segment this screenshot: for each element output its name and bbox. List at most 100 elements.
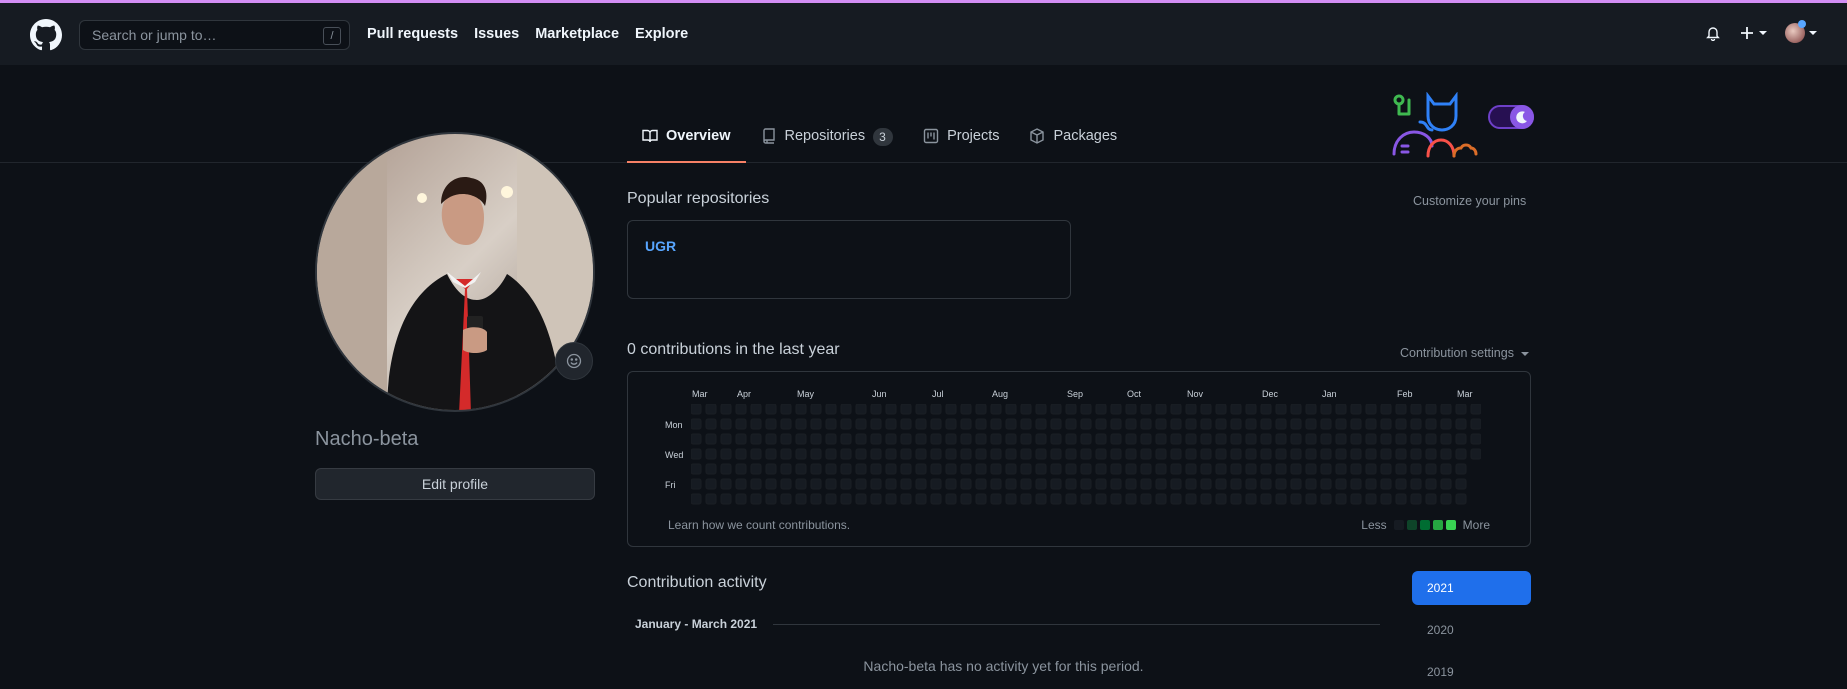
- contribution-cell[interactable]: [1005, 478, 1017, 490]
- contribution-cell[interactable]: [1260, 433, 1272, 445]
- contribution-cell[interactable]: [750, 433, 762, 445]
- contribution-cell[interactable]: [945, 448, 957, 460]
- contribution-cell[interactable]: [1380, 478, 1392, 490]
- contribution-cell[interactable]: [825, 418, 837, 430]
- contribution-cell[interactable]: [885, 478, 897, 490]
- contribution-cell[interactable]: [1380, 463, 1392, 475]
- contribution-cell[interactable]: [945, 493, 957, 505]
- tab-projects[interactable]: Projects: [908, 118, 1014, 163]
- contribution-cell[interactable]: [1200, 493, 1212, 505]
- contribution-cell[interactable]: [1215, 418, 1227, 430]
- contribution-cell[interactable]: [1005, 493, 1017, 505]
- contribution-cell[interactable]: [990, 493, 1002, 505]
- contribution-cell[interactable]: [870, 463, 882, 475]
- contribution-cell[interactable]: [945, 418, 957, 430]
- contribution-cell[interactable]: [1230, 404, 1242, 415]
- tab-repositories[interactable]: Repositories 3: [746, 118, 909, 163]
- contribution-cell[interactable]: [1290, 404, 1302, 415]
- contribution-cell[interactable]: [840, 404, 852, 415]
- contribution-cell[interactable]: [1305, 404, 1317, 415]
- contribution-cell[interactable]: [1320, 448, 1332, 460]
- contribution-cell[interactable]: [1095, 448, 1107, 460]
- contribution-cell[interactable]: [1080, 433, 1092, 445]
- contribution-cell[interactable]: [1170, 418, 1182, 430]
- contribution-cell[interactable]: [1095, 478, 1107, 490]
- contribution-cell[interactable]: [885, 404, 897, 415]
- contribution-cell[interactable]: [1140, 404, 1152, 415]
- contribution-cell[interactable]: [1305, 478, 1317, 490]
- contribution-cell[interactable]: [750, 418, 762, 430]
- contribution-cell[interactable]: [825, 448, 837, 460]
- contribution-cell[interactable]: [1200, 418, 1212, 430]
- contribution-cell[interactable]: [900, 404, 912, 415]
- contribution-cell[interactable]: [1020, 433, 1032, 445]
- contribution-cell[interactable]: [1380, 448, 1392, 460]
- contribution-cell[interactable]: [960, 418, 972, 430]
- contribution-cell[interactable]: [735, 418, 747, 430]
- contribution-cell[interactable]: [1200, 404, 1212, 415]
- contribution-cell[interactable]: [870, 493, 882, 505]
- contribution-cell[interactable]: [795, 493, 807, 505]
- contribution-cell[interactable]: [810, 478, 822, 490]
- contribution-cell[interactable]: [960, 404, 972, 415]
- contribution-cell[interactable]: [855, 418, 867, 430]
- contribution-cell[interactable]: [780, 404, 792, 415]
- contribution-cell[interactable]: [1380, 493, 1392, 505]
- contribution-cell[interactable]: [1440, 463, 1452, 475]
- contribution-cell[interactable]: [750, 493, 762, 505]
- contribution-cell[interactable]: [1425, 448, 1437, 460]
- contribution-cell[interactable]: [1395, 493, 1407, 505]
- contribution-cell[interactable]: [1215, 478, 1227, 490]
- contribution-cell[interactable]: [691, 418, 702, 430]
- set-status-button[interactable]: [555, 342, 593, 380]
- contribution-cell[interactable]: [975, 463, 987, 475]
- contribution-cell[interactable]: [1365, 433, 1377, 445]
- contribution-cell[interactable]: [825, 404, 837, 415]
- contribution-cell[interactable]: [1170, 478, 1182, 490]
- contribution-cell[interactable]: [1215, 433, 1227, 445]
- contribution-cell[interactable]: [855, 404, 867, 415]
- contribution-cell[interactable]: [1140, 433, 1152, 445]
- contribution-cell[interactable]: [1365, 463, 1377, 475]
- contribution-cell[interactable]: [1350, 418, 1362, 430]
- contribution-cell[interactable]: [1140, 493, 1152, 505]
- contribution-cell[interactable]: [1455, 493, 1467, 505]
- contribution-cell[interactable]: [975, 404, 987, 415]
- contribution-cell[interactable]: [930, 404, 942, 415]
- contribution-cell[interactable]: [720, 448, 732, 460]
- contribution-cell[interactable]: [705, 493, 717, 505]
- contribution-cell[interactable]: [870, 404, 882, 415]
- contribution-cell[interactable]: [990, 418, 1002, 430]
- contribution-cell[interactable]: [1305, 493, 1317, 505]
- contribution-cell[interactable]: [1275, 448, 1287, 460]
- contribution-cell[interactable]: [885, 418, 897, 430]
- contribution-cell[interactable]: [1230, 463, 1242, 475]
- contribution-cell[interactable]: [1080, 478, 1092, 490]
- contribution-cell[interactable]: [810, 404, 822, 415]
- contribution-cell[interactable]: [1320, 463, 1332, 475]
- contribution-cell[interactable]: [1110, 418, 1122, 430]
- contribution-cell[interactable]: [1275, 463, 1287, 475]
- contribution-cell[interactable]: [945, 463, 957, 475]
- contribution-cell[interactable]: [1275, 404, 1287, 415]
- contribution-cell[interactable]: [900, 478, 912, 490]
- contribution-cell[interactable]: [1260, 463, 1272, 475]
- contribution-cell[interactable]: [1245, 418, 1257, 430]
- contribution-cell[interactable]: [1095, 418, 1107, 430]
- contribution-cell[interactable]: [765, 404, 777, 415]
- contribution-cell[interactable]: [1155, 448, 1167, 460]
- contribution-cell[interactable]: [795, 418, 807, 430]
- contribution-cell[interactable]: [915, 433, 927, 445]
- contribution-cell[interactable]: [810, 463, 822, 475]
- contribution-cell[interactable]: [1005, 404, 1017, 415]
- contribution-cell[interactable]: [1290, 478, 1302, 490]
- contribution-cell[interactable]: [840, 433, 852, 445]
- contribution-cell[interactable]: [1065, 448, 1077, 460]
- contribution-cell[interactable]: [1230, 433, 1242, 445]
- year-link-2021[interactable]: 2021: [1412, 571, 1531, 605]
- contribution-cell[interactable]: [1185, 404, 1197, 415]
- contribution-cell[interactable]: [1050, 478, 1062, 490]
- contribution-cell[interactable]: [1380, 404, 1392, 415]
- contribution-cell[interactable]: [1020, 418, 1032, 430]
- contribution-cell[interactable]: [691, 478, 702, 490]
